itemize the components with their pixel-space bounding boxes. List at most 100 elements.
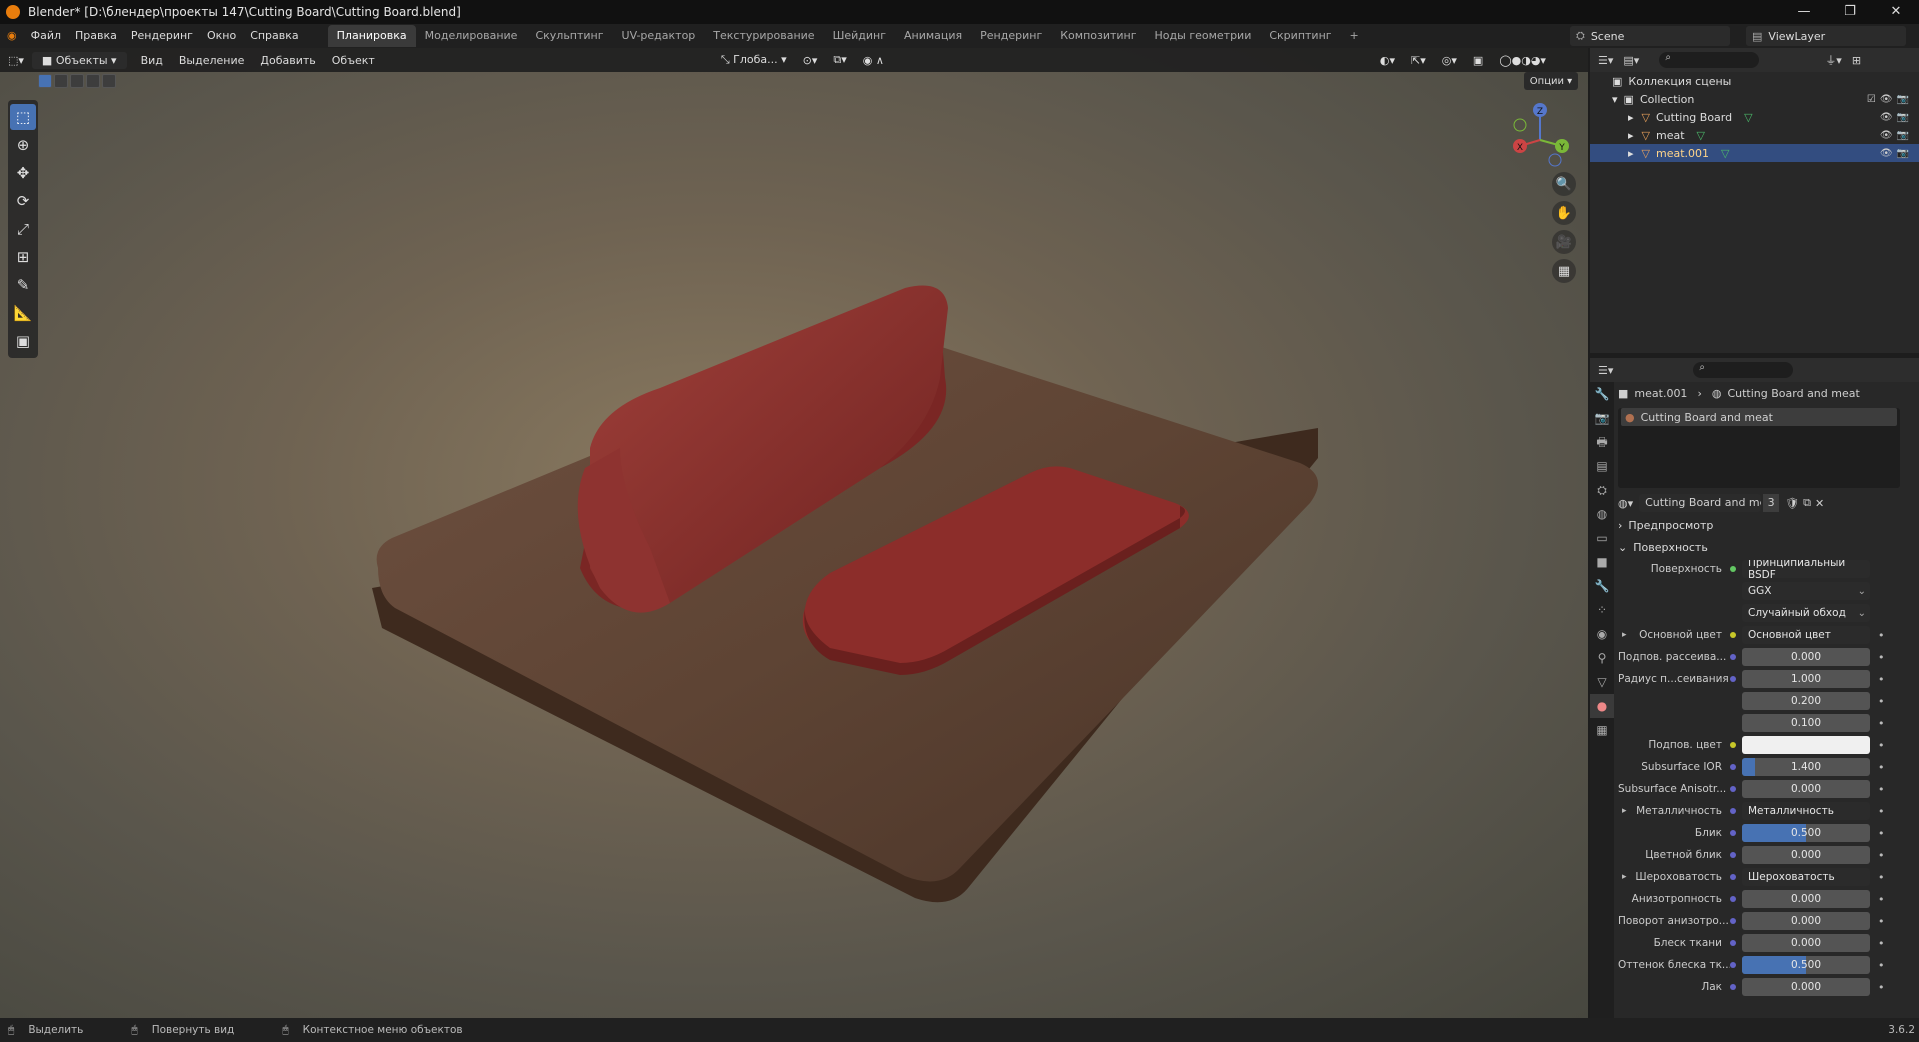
subsurface-method-dropdown[interactable]: Случайный обход ⌄ (1742, 604, 1870, 622)
proportional-edit-icon[interactable]: ◉ ∧ (855, 54, 892, 67)
tab-layout[interactable]: Планировка (327, 25, 416, 47)
collapse-arrow-icon[interactable]: ▾ (1612, 93, 1618, 106)
number-field[interactable]: 0.000 (1742, 912, 1870, 930)
physics-tab-icon[interactable]: ◉ (1590, 622, 1614, 646)
pan-hand-icon[interactable]: ✋ (1552, 201, 1576, 225)
object-tab-icon[interactable]: ■ (1590, 550, 1614, 574)
editor-type-icon[interactable]: ⬚▾ (0, 54, 32, 67)
menu-view[interactable]: Вид (133, 54, 171, 67)
number-field[interactable]: 0.000 (1742, 934, 1870, 952)
input-socket-icon[interactable] (1730, 764, 1736, 770)
scene-tab-icon[interactable]: ⛭ (1590, 478, 1614, 502)
keyframe-dot-icon[interactable]: • (1878, 915, 1885, 928)
material-slot-row[interactable]: ● Cutting Board and meat (1621, 408, 1897, 426)
number-field[interactable]: 0.000 (1742, 890, 1870, 908)
camera-view-icon[interactable]: 🎥 (1552, 230, 1576, 254)
select-subtract-icon[interactable] (70, 74, 84, 88)
input-socket-icon[interactable] (1730, 962, 1736, 968)
transform-tool-icon[interactable]: ⊞ (10, 244, 36, 270)
number-field[interactable]: 0.000 (1742, 846, 1870, 864)
tab-animation[interactable]: Анимация (895, 25, 971, 47)
rotate-tool-icon[interactable]: ⟳ (10, 188, 36, 214)
surface-shader-field[interactable]: Принципиальный BSDF (1742, 560, 1870, 578)
shader-socket-icon[interactable] (1730, 566, 1736, 572)
input-socket-icon[interactable] (1730, 632, 1736, 638)
shading-modes-icon[interactable]: ◯●◑◕▾ (1491, 54, 1554, 67)
select-box-tool-icon[interactable]: ⬚ (10, 104, 36, 130)
tab-uv-editing[interactable]: UV-редактор (613, 25, 705, 47)
3d-viewport[interactable] (0, 48, 1588, 1018)
menu-object[interactable]: Объект (324, 54, 383, 67)
minimize-button[interactable]: — (1781, 0, 1827, 24)
menu-file[interactable]: Файл (24, 24, 68, 48)
modifiers-tab-icon[interactable]: 🔧 (1590, 574, 1614, 598)
keyframe-dot-icon[interactable]: • (1878, 651, 1885, 664)
pivot-icon[interactable]: ⊙▾ (795, 54, 826, 67)
menu-help[interactable]: Справка (243, 24, 305, 48)
gizmo-toggle-icon[interactable]: ⇱▾ (1403, 54, 1434, 67)
gizmo-neg-y-handle[interactable] (1513, 118, 1527, 132)
menu-select[interactable]: Выделение (171, 54, 253, 67)
input-socket-icon[interactable] (1730, 830, 1736, 836)
view-layer-selector[interactable]: ▤ ViewLayer (1746, 26, 1906, 46)
texture-tab-icon[interactable]: ▦ (1590, 718, 1614, 742)
input-socket-icon[interactable] (1730, 742, 1736, 748)
number-field[interactable]: 1.400 (1742, 758, 1870, 776)
linked-socket-field[interactable]: Шероховатость (1742, 868, 1870, 886)
gizmo-neg-z-handle[interactable] (1548, 153, 1562, 167)
expand-socket-icon[interactable]: ▸ (1622, 630, 1627, 640)
outliner-row-meat-001[interactable]: ▸ ▽ meat.001 ▽ 👁📷 (1590, 144, 1919, 162)
properties-search-input[interactable]: ⌕ (1693, 362, 1794, 378)
keyframe-dot-icon[interactable]: • (1878, 959, 1885, 972)
menu-render[interactable]: Рендеринг (124, 24, 200, 48)
number-field[interactable]: 0.000 (1742, 780, 1870, 798)
object-visibility-icon[interactable]: 👁📷 (1880, 148, 1913, 159)
expand-arrow-icon[interactable]: ▸ (1628, 147, 1634, 160)
add-cube-tool-icon[interactable]: ▣ (10, 328, 36, 354)
input-socket-icon[interactable] (1730, 940, 1736, 946)
material-tab-icon[interactable]: ● (1590, 694, 1614, 718)
keyframe-dot-icon[interactable]: • (1878, 805, 1885, 818)
output-tab-icon[interactable]: 🖶 (1590, 430, 1614, 454)
duplicate-icon[interactable]: ⧉ (1803, 496, 1811, 510)
tab-modeling[interactable]: Моделирование (416, 25, 527, 47)
input-socket-icon[interactable] (1730, 896, 1736, 902)
ortho-grid-icon[interactable]: ▦ (1552, 259, 1576, 283)
tab-geometry-nodes[interactable]: Ноды геометрии (1146, 25, 1261, 47)
number-field[interactable]: 0.000 (1742, 648, 1870, 666)
color-swatch[interactable] (1742, 736, 1870, 754)
number-field[interactable]: 1.000 (1742, 670, 1870, 688)
particles-tab-icon[interactable]: ⁘ (1590, 598, 1614, 622)
zoom-icon[interactable]: 🔍 (1552, 172, 1576, 196)
overlays-icon[interactable]: ◎▾ (1434, 54, 1465, 67)
expand-socket-icon[interactable]: ▸ (1622, 806, 1627, 816)
number-field[interactable]: 0.500 (1742, 956, 1870, 974)
number-field[interactable]: 0.000 (1742, 978, 1870, 996)
expand-arrow-icon[interactable]: ▸ (1628, 111, 1634, 124)
tab-rendering[interactable]: Рендеринг (971, 25, 1051, 47)
preview-panel-header[interactable]: › Предпросмотр (1618, 514, 1919, 536)
transform-orientation[interactable]: ⤡ Глоба... ▾ (713, 53, 795, 67)
input-socket-icon[interactable] (1730, 786, 1736, 792)
world-tab-icon[interactable]: ◍ (1590, 502, 1614, 526)
object-visibility-icon[interactable]: 👁📷 (1880, 130, 1913, 141)
keyframe-dot-icon[interactable]: • (1878, 717, 1885, 730)
display-mode-icon[interactable]: ▤▾ (1623, 54, 1639, 67)
tab-texture-paint[interactable]: Текстурирование (704, 25, 823, 47)
tab-sculpting[interactable]: Скульптинг (526, 25, 612, 47)
tab-scripting[interactable]: Скриптинг (1260, 25, 1340, 47)
visibility-icon[interactable]: ◐▾ (1372, 54, 1403, 67)
outliner-row-meat[interactable]: ▸ ▽ meat ▽ 👁📷 (1590, 126, 1919, 144)
keyframe-dot-icon[interactable]: • (1878, 981, 1885, 994)
number-field[interactable]: 0.200 (1742, 692, 1870, 710)
new-collection-icon[interactable]: ⊞ (1852, 54, 1861, 67)
input-socket-icon[interactable] (1730, 984, 1736, 990)
input-socket-icon[interactable] (1730, 918, 1736, 924)
data-tab-icon[interactable]: ▽ (1590, 670, 1614, 694)
blender-menu-icon[interactable]: ◉ (0, 24, 24, 48)
input-socket-icon[interactable] (1730, 676, 1736, 682)
close-button[interactable]: ✕ (1873, 0, 1919, 24)
collection-tab-icon[interactable]: ▭ (1590, 526, 1614, 550)
add-workspace-button[interactable]: + (1341, 25, 1368, 47)
outliner-search-input[interactable]: ⌕ (1659, 52, 1760, 68)
